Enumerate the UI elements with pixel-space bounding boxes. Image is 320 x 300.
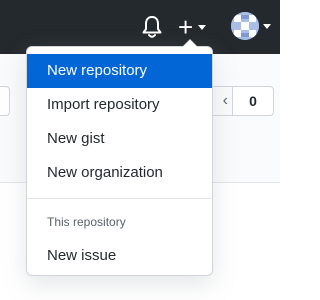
chevron-down-icon bbox=[198, 24, 207, 30]
menu-item-new-repository[interactable]: New repository bbox=[27, 54, 212, 88]
chevron-down-icon bbox=[263, 23, 271, 29]
avatar bbox=[231, 12, 259, 40]
counter-value[interactable]: 0 bbox=[232, 86, 274, 116]
menu-divider bbox=[27, 198, 212, 199]
bell-icon[interactable] bbox=[141, 15, 163, 39]
partial-button[interactable] bbox=[0, 86, 10, 116]
menu-section-header: This repository bbox=[47, 215, 126, 229]
menu-item-new-gist[interactable]: New gist bbox=[27, 122, 212, 156]
user-menu-button[interactable] bbox=[231, 12, 271, 40]
create-new-button[interactable]: + bbox=[178, 12, 207, 42]
menu-item-import-repository[interactable]: Import repository bbox=[27, 88, 212, 122]
menu-item-new-issue[interactable]: New issue bbox=[27, 239, 212, 273]
create-new-dropdown: New repository Import repository New gis… bbox=[26, 39, 213, 276]
plus-icon: + bbox=[178, 12, 194, 42]
menu-item-new-organization[interactable]: New organization bbox=[27, 156, 212, 190]
